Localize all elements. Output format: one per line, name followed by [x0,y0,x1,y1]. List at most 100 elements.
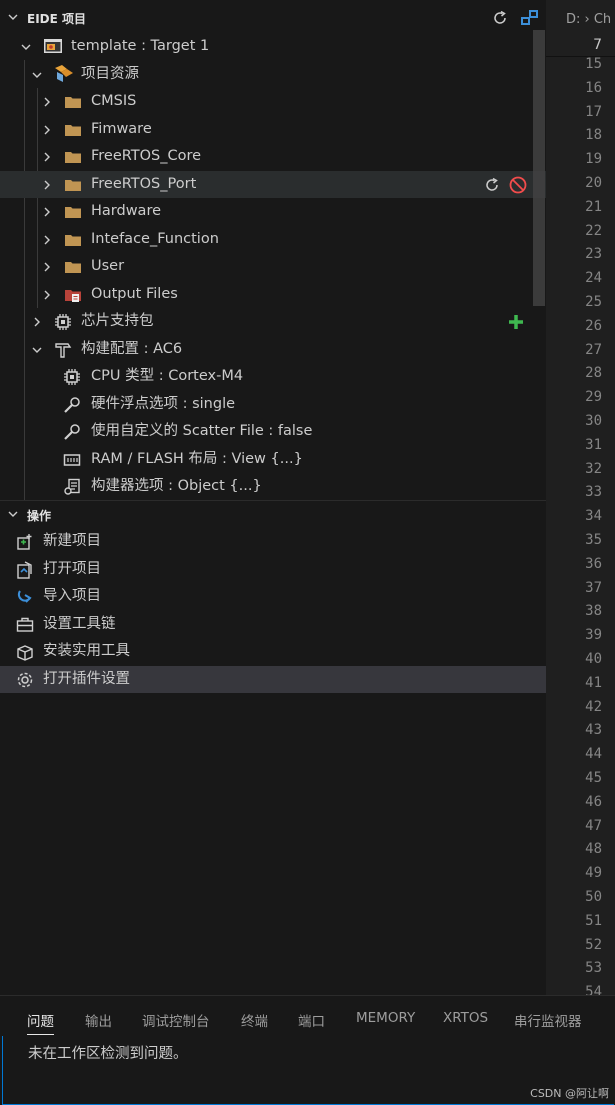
chip-package-label: 芯片支持包 [81,313,154,329]
tree-item-build-config[interactable]: 构建配置 : AC6 [0,336,546,363]
operation-label: 打开插件设置 [43,671,130,687]
add-package-icon[interactable] [506,312,526,332]
tree-item-folder-hovered[interactable]: FreeRTOS_Port [0,171,546,198]
tree-item-memory-layout[interactable]: RAM / FLASH 布局 : View {...} [0,446,546,473]
tree-item-builder-options[interactable]: 构建器选项 : Object {...} [0,473,546,500]
refresh-icon[interactable] [490,8,510,28]
line-number: 18 [585,127,602,144]
line-number: 45 [585,770,602,786]
tree-item-resources[interactable]: 项目资源 [0,61,546,88]
tab-ports[interactable]: 端口 [298,1010,325,1030]
tree-item-chip-package[interactable]: 芯片支持包 [0,308,546,335]
chevron-down-icon [32,347,42,353]
tree-item-output-files[interactable]: Output Files [0,281,546,308]
line-number: 32 [585,460,602,477]
tree-item-folder[interactable]: FreeRTOS_Core [0,143,546,170]
resources-icon [55,65,73,82]
tab-memory[interactable]: MEMORY [356,1010,415,1026]
line-number: 40 [585,651,602,667]
chevron-right-icon [44,97,50,107]
tab-problems[interactable]: 问题 [27,1010,54,1035]
chevron-right-icon [44,262,50,272]
fpu-option-label: 硬件浮点选项 : single [91,396,236,412]
tree-item-folder[interactable]: User [0,253,546,280]
line-number: 54 [585,984,602,995]
operation-plugin-settings[interactable]: 打开插件设置 [0,666,546,693]
tree-item-folder[interactable]: Hardware [0,198,546,225]
tree-item-project[interactable]: template : Target 1 [0,33,546,60]
watermark: CSDN @阿让啊 [530,1087,609,1100]
operation-toolchain[interactable]: 设置工具链 [0,611,546,638]
chevron-right-icon [44,125,50,135]
operation-label: 导入项目 [43,588,101,604]
tab-xrtos[interactable]: XRTOS [443,1010,488,1026]
breadcrumb[interactable]: D: › Ch [546,0,615,36]
sidebar-scrollbar[interactable] [533,30,545,306]
refresh-icon[interactable] [482,175,502,195]
tree-item-cpu-type[interactable]: CPU 类型 : Cortex-M4 [0,363,546,390]
folder-icon [65,97,81,108]
tab-debug-console[interactable]: 调试控制台 [142,1010,210,1030]
wrench-icon [64,424,80,440]
operation-label: 新建项目 [43,533,101,549]
line-number: 39 [585,627,602,644]
tree-item-scatter-file[interactable]: 使用自定义的 Scatter File : false [0,418,546,445]
folder-label: FreeRTOS_Port [91,176,197,192]
eide-section-header[interactable]: EIDE 项目 [0,6,546,30]
chip-icon [55,314,71,330]
scatter-file-label: 使用自定义的 Scatter File : false [91,423,313,439]
operation-label: 安装实用工具 [43,643,130,659]
exclude-icon[interactable] [508,175,528,195]
gear-icon [17,672,33,688]
tab-terminal[interactable]: 终端 [241,1010,268,1030]
open-project-icon [17,561,32,579]
tree-item-fpu-option[interactable]: 硬件浮点选项 : single [0,391,546,418]
chevron-right-icon [44,180,50,190]
tree-item-folder[interactable]: CMSIS [0,88,546,115]
chip-icon [64,369,80,385]
folder-icon [65,262,81,273]
operation-label: 打开项目 [43,561,101,577]
folder-icon [65,180,81,191]
line-number: 28 [585,365,602,382]
tab-serial-monitor[interactable]: 串行监视器 [514,1010,582,1030]
folder-label: Fimware [91,121,152,137]
bottom-panel: 问题 输出 调试控制台 终端 端口 MEMORY XRTOS 串行监视器 未在工… [0,995,615,1105]
cpu-type-label: CPU 类型 : Cortex-M4 [91,368,244,384]
line-number: 24 [585,270,602,287]
operation-open-project[interactable]: 打开项目 [0,556,546,583]
line-number: 51 [585,912,602,929]
operations-section-header[interactable]: 操作 [0,503,546,527]
operation-install-tools[interactable]: 安装实用工具 [0,638,546,665]
tree-item-folder[interactable]: Fimware [0,116,546,143]
chevron-right-icon [44,152,50,162]
eide-sidebar: EIDE 项目 template : Target 1 项目资源 CMSIS F… [0,0,546,995]
wrench-icon [64,397,80,413]
line-number: 27 [585,341,602,358]
line-number: 38 [585,603,602,620]
folder-label: User [91,258,125,274]
project-icon [44,39,62,53]
line-number: 34 [585,508,602,525]
memory-icon [63,454,81,466]
folder-label: Inteface_Function [91,231,219,247]
folder-label: Hardware [91,203,162,219]
current-line-number: 7 [593,37,602,53]
line-number: 31 [585,436,602,453]
tab-output[interactable]: 输出 [85,1010,112,1030]
tree-item-folder[interactable]: Inteface_Function [0,226,546,253]
chevron-right-icon [44,207,50,217]
line-number: 20 [585,175,602,191]
switch-workspace-icon[interactable] [520,8,540,28]
eide-section-title: EIDE 项目 [27,12,86,26]
new-project-icon [17,534,32,550]
folder-icon [65,207,81,218]
sticky-line-number: 7 [546,36,615,57]
line-number: 26 [585,317,602,334]
line-number: 16 [585,79,602,96]
operation-import-project[interactable]: 导入项目 [0,583,546,610]
chevron-right-icon [34,317,40,327]
line-number: 22 [585,222,602,239]
chevron-right-icon [44,235,50,245]
operation-new-project[interactable]: 新建项目 [0,528,546,555]
